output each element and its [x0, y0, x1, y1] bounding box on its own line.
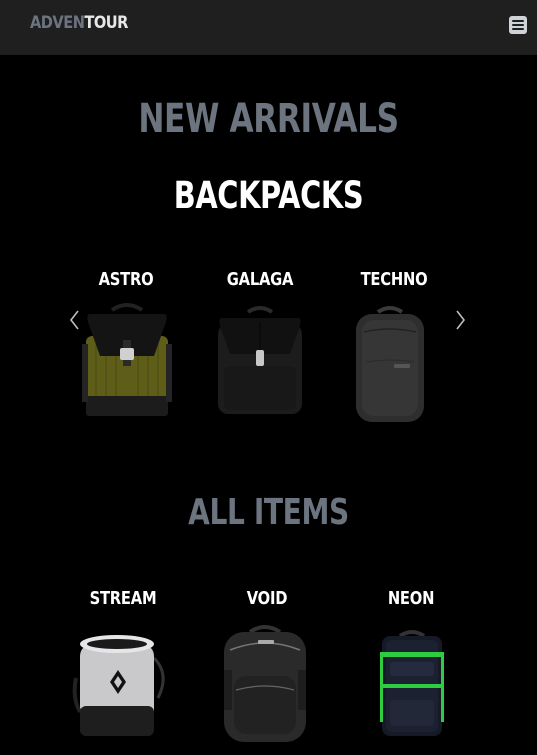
black-backpack-icon[interactable]	[214, 302, 306, 416]
daypack-icon[interactable]	[220, 620, 310, 744]
backpacks-heading: BACKPACKS	[173, 174, 364, 217]
logo-part-adven: ADVEN	[30, 13, 85, 33]
product-label[interactable]: STREAM	[70, 588, 177, 609]
product-label[interactable]: NEON	[358, 588, 465, 609]
navbar: ADVENTOUR	[0, 0, 537, 55]
brand-logo[interactable]: ADVENTOUR	[30, 13, 128, 33]
neon-backpack-icon[interactable]	[376, 626, 448, 738]
chalk-bag-icon[interactable]	[66, 628, 174, 740]
grey-backpack-icon[interactable]	[352, 302, 428, 426]
carousel-item-label[interactable]: GALAGA	[207, 269, 314, 290]
carousel-item-label[interactable]: ASTRO	[73, 269, 180, 290]
product-label[interactable]: VOID	[214, 588, 321, 609]
olive-backpack-icon[interactable]	[80, 300, 174, 418]
hamburger-icon[interactable]	[509, 16, 527, 34]
all-items-heading: ALL ITEMS	[188, 492, 349, 533]
chevron-right-icon[interactable]	[452, 309, 468, 331]
new-arrivals-heading: NEW ARRIVALS	[138, 96, 399, 142]
logo-part-tour: TOUR	[84, 13, 128, 33]
carousel-item-label[interactable]: TECHNO	[341, 269, 448, 290]
